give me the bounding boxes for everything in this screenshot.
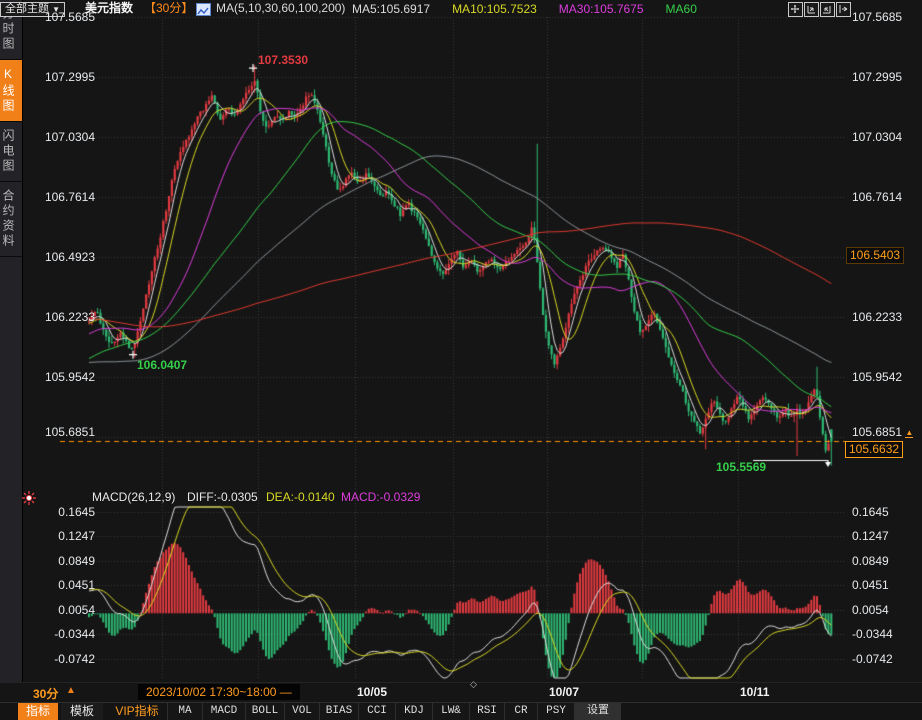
chart-type-icon[interactable] xyxy=(196,3,211,16)
price-axis-left-label: 107.2995 xyxy=(28,70,95,84)
ma-value-2: MA30:105.7675 xyxy=(559,2,644,16)
indicator-toolbar: 指标模板VIP指标MAMACDBOLLVOLBIASCCIKDJLW&RSICR… xyxy=(0,702,922,720)
macd-axis-right-label: -0.0742 xyxy=(852,652,893,666)
toolbar-item-VIP指标[interactable]: VIP指标 xyxy=(107,703,167,720)
ma-values: MA5:105.6917 MA10:105.7523 MA30:105.7675 MA… xyxy=(352,0,719,18)
price-axis-left-label: 105.9542 xyxy=(28,370,95,384)
price-axis-left-label: 107.0304 xyxy=(28,130,95,144)
scale-y-axis-icon[interactable] xyxy=(804,2,819,17)
ma-value-3: MA60 xyxy=(666,2,697,16)
macd-axis-right-label: 0.0849 xyxy=(852,554,889,568)
view-sidebar: 分时图K线图闪电图合约资料 xyxy=(0,0,23,720)
indicator-settings-icon[interactable] xyxy=(22,491,36,505)
price-axis-right-label: 106.7614 xyxy=(852,190,902,204)
toolbar-item-BIAS[interactable]: BIAS xyxy=(319,703,358,720)
shift-right-icon[interactable] xyxy=(836,2,851,17)
xaxis-row: 30分 ▲ 2023/10/02 17:30~18:00 — ◇ 10/05 10… xyxy=(0,682,922,703)
macd-axis-left-label: -0.0344 xyxy=(28,627,95,641)
period-label[interactable]: 【30分】 xyxy=(144,0,193,17)
current-price-marker: 105.6632 xyxy=(845,441,903,458)
price-axis-right-label: 107.0304 xyxy=(852,130,902,144)
period-selector[interactable]: 30分 xyxy=(33,685,58,702)
price-axis-right-label: 105.9542 xyxy=(852,370,902,384)
sidebar-tab-闪电图[interactable]: 闪电图 xyxy=(0,122,22,182)
price-axis-left-label: 105.6851 xyxy=(28,425,95,439)
date-label-10/11: 10/11 xyxy=(740,685,769,699)
toolbar-item-RSI[interactable]: RSI xyxy=(469,703,504,720)
toolbar-item-KDJ[interactable]: KDJ xyxy=(395,703,432,720)
period-expand-arrow-icon[interactable]: ▲ xyxy=(66,685,76,696)
settle-price-marker: 106.5403 xyxy=(846,247,904,264)
macd-axis-left-label: -0.0742 xyxy=(28,652,95,666)
ma-value-1: MA10:105.7523 xyxy=(452,2,537,16)
low-price-annotation: 106.0407 xyxy=(137,358,187,372)
macd-axis-left-label: 0.0849 xyxy=(28,554,95,568)
toolbar-item-CCI[interactable]: CCI xyxy=(358,703,395,720)
price-axis-left-label: 106.2233 xyxy=(28,310,95,324)
toolbar-item-LW&[interactable]: LW& xyxy=(432,703,469,720)
last-low-annotation: 105.5569 xyxy=(716,460,766,474)
macd-axis-left-label: 0.1645 xyxy=(28,505,95,519)
sidebar-tab-合约资料[interactable]: 合约资料 xyxy=(0,182,22,257)
kline-app: 分时图K线图闪电图合约资料 美元指数 【30分】 MA(5,10,30,60,1… xyxy=(0,0,922,720)
sidebar-tab-K线图[interactable]: K线图 xyxy=(0,60,22,122)
first-bar-time-label: 2023/10/02 17:30~18:00 — xyxy=(138,684,300,700)
macd-axis-right-label: 0.0451 xyxy=(852,578,889,592)
macd-caption: MACD(26,12,9) xyxy=(92,490,175,504)
high-price-annotation: 107.3530 xyxy=(258,53,308,67)
scale-x-axis-icon[interactable] xyxy=(820,2,835,17)
price-axis-left-label: 106.7614 xyxy=(28,190,95,204)
toolbar-item-CR[interactable]: CR xyxy=(504,703,537,720)
toolbar-item-MA[interactable]: MA xyxy=(167,703,202,720)
pane-resize-handle[interactable]: ◇ xyxy=(470,679,477,690)
date-label-10/05: 10/05 xyxy=(357,685,387,699)
price-axis-right-label: 107.2995 xyxy=(852,70,902,84)
ma-value-0: MA5:105.6917 xyxy=(352,2,430,16)
ma-caption: MA(5,10,30,60,100,200) xyxy=(216,0,345,17)
pan-move-icon[interactable] xyxy=(788,2,803,17)
price-axis-right-label: 106.2233 xyxy=(852,310,902,324)
macd-axis-left-label: 0.0054 xyxy=(28,603,95,617)
macd-axis-left-label: 0.1247 xyxy=(28,529,95,543)
toolbar-item-指标[interactable]: 指标 xyxy=(18,703,58,720)
macd-axis-left-label: 0.0451 xyxy=(28,578,95,592)
price-axis-left-label: 106.4923 xyxy=(28,250,95,264)
price-axis-right-label: 107.5685 xyxy=(852,10,902,24)
macd-macd-value: MACD:-0.0329 xyxy=(341,490,420,504)
price-axis-left-label: 107.5685 xyxy=(28,10,95,24)
toolbar-item-PSY[interactable]: PSY xyxy=(537,703,574,720)
macd-axis-right-label: 0.1645 xyxy=(852,505,889,519)
date-label-10/07: 10/07 xyxy=(549,685,579,699)
price-up-arrow-icon: ▲ xyxy=(905,428,913,437)
macd-dea-value: DEA:-0.0140 xyxy=(266,490,335,504)
toolbar-item-MACD[interactable]: MACD xyxy=(202,703,245,720)
toolbar-item-BOLL[interactable]: BOLL xyxy=(245,703,284,720)
toolbar-item-模板[interactable]: 模板 xyxy=(61,703,103,720)
toolbar-item-设置[interactable]: 设置 xyxy=(574,703,621,720)
macd-axis-right-label: 0.1247 xyxy=(852,529,889,543)
toolbar-item-VOL[interactable]: VOL xyxy=(284,703,319,720)
macd-axis-right-label: -0.0344 xyxy=(852,627,893,641)
macd-axis-right-label: 0.0054 xyxy=(852,603,889,617)
macd-diff-value: DIFF:-0.0305 xyxy=(187,490,258,504)
last-price-axis-label: 105.6851 ▲ xyxy=(852,425,913,439)
